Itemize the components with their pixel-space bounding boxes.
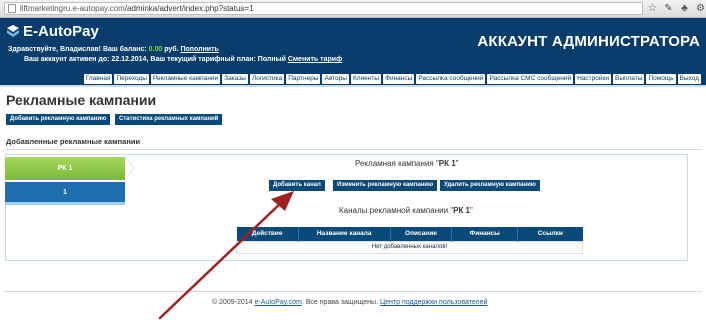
nav-item[interactable]: Рекламные кампании: [150, 74, 221, 84]
nav-item[interactable]: Выход: [677, 74, 701, 84]
wrench-icon[interactable]: ⚙: [695, 3, 706, 14]
channels-table: Действие Название канала Описание Финанс…: [236, 227, 583, 254]
column-header-links: Ссылки: [517, 227, 583, 241]
column-header-description: Описание: [390, 227, 453, 241]
nav-item[interactable]: Настройки: [575, 74, 611, 84]
main-nav: Главная Переходы Рекламные кампании Заказы Л…: [0, 72, 706, 85]
nav-item[interactable]: Авторы: [322, 74, 349, 84]
campaign-stats-button[interactable]: Статистика рекламных кампаний: [115, 114, 223, 125]
column-header-action: Действие: [236, 227, 299, 241]
section-title: Добавленные рекламные кампании: [6, 137, 141, 146]
logo-icon: [7, 24, 19, 37]
star-icon[interactable]: ☆: [647, 3, 658, 14]
logo[interactable]: E-AutoPay: [6, 23, 99, 40]
campaign-heading: Рекламная кампания "РК 1": [355, 159, 459, 168]
admin-title: АККАУНТ АДМИНИСТРАТОРА: [477, 33, 700, 50]
nav-item[interactable]: Выплаты: [612, 74, 645, 84]
nav-item[interactable]: Рассылка сообщений: [416, 74, 486, 84]
tab-pointer-inner: [125, 158, 134, 178]
campaign-tab-number[interactable]: 1: [5, 182, 125, 205]
puzzle-icon[interactable]: ♣: [679, 3, 690, 14]
nav-divider: [0, 85, 706, 87]
delete-campaign-button[interactable]: Удалить рекламную кампанию: [440, 180, 540, 191]
account-status: Ваш аккаунт активен до: 22.12.2014, Ваш …: [24, 56, 343, 63]
nav-item[interactable]: Переходы: [114, 74, 149, 84]
site-header: E-AutoPay Здравствуйте, Владислав! Ваш б…: [0, 18, 706, 72]
extension-icon[interactable]: ✎: [663, 3, 674, 14]
section-divider: [4, 149, 702, 150]
column-header-finance: Финансы: [451, 227, 519, 241]
nav-item[interactable]: Партнеры: [286, 74, 321, 84]
nav-item[interactable]: Клиенты: [350, 74, 382, 84]
support-link[interactable]: Центр поддержки пользователей: [380, 299, 487, 306]
edit-campaign-button[interactable]: Изменить рекламную кампанию: [333, 180, 438, 191]
balance-value: 0.00: [148, 46, 163, 53]
topup-link[interactable]: Пополнить: [181, 46, 219, 53]
page-title: Рекламные кампании: [6, 92, 157, 108]
nav-item[interactable]: Заказы: [222, 74, 248, 84]
site-link[interactable]: e-AutoPay.com: [255, 299, 302, 306]
nav-item[interactable]: Рассылка СМС сообщений: [487, 74, 574, 84]
nav-item[interactable]: Логистика: [249, 74, 285, 84]
empty-table-message: Нет добавленных каналов!: [236, 240, 583, 254]
table-header-row: Действие Название канала Описание Финанс…: [236, 227, 583, 241]
add-campaign-button[interactable]: Добавить рекламную кампанию: [6, 114, 111, 125]
nav-item[interactable]: Финансы: [383, 74, 415, 84]
nav-item[interactable]: Главная: [83, 74, 113, 84]
change-plan-link[interactable]: Сменить тариф: [288, 56, 342, 63]
campaign-tab-active[interactable]: РК 1: [5, 157, 125, 180]
column-header-channel-name: Название канала: [298, 227, 391, 241]
add-channel-button[interactable]: Добавить канал: [269, 180, 325, 191]
footer: © 2009-2014 e-AutoPay.com. Все права защ…: [212, 299, 488, 306]
url-text[interactable]: liftmarketingru.e-autopay.com/adminka/ad…: [20, 4, 254, 13]
welcome-text: Здравствуйте, Владислав! Ваш баланс: 0.0…: [8, 46, 219, 53]
nav-item[interactable]: Помощь: [646, 74, 676, 84]
channels-heading: Каналы рекламной кампании "РК 1": [339, 206, 473, 215]
table-row: Нет добавленных каналов!: [236, 240, 583, 254]
logo-text: E-AutoPay: [23, 23, 99, 40]
address-bar[interactable]: liftmarketingru.e-autopay.com/adminka/ad…: [4, 2, 643, 15]
browser-toolbar: liftmarketingru.e-autopay.com/adminka/ad…: [0, 0, 706, 18]
footer-divider: [4, 291, 702, 292]
page-icon: [8, 4, 16, 13]
